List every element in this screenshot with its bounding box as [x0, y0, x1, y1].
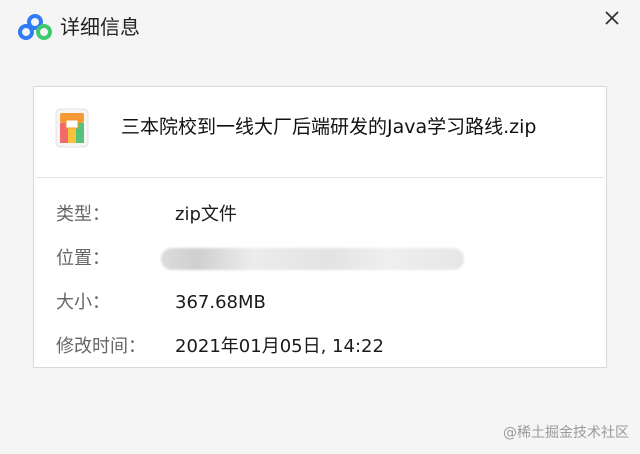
- size-row: 大小： 367.68MB: [34, 288, 608, 318]
- modified-row: 修改时间： 2021年01月05日, 14:22: [34, 332, 608, 362]
- type-row: 类型： zip文件: [34, 200, 608, 230]
- type-value: zip文件: [175, 204, 237, 225]
- watermark: @稀土掘金技术社区: [503, 425, 629, 441]
- size-value: 367.68MB: [175, 292, 266, 313]
- modified-label: 修改时间：: [56, 336, 146, 357]
- size-label: 大小：: [56, 292, 110, 313]
- close-icon[interactable]: [598, 4, 626, 32]
- divider: [35, 177, 605, 178]
- type-label: 类型：: [56, 204, 110, 225]
- details-panel: 三本院校到一线大厂后端研发的Java学习路线.zip 类型： zip文件 位置：…: [33, 86, 607, 368]
- location-value-redacted: [161, 248, 464, 270]
- dialog-titlebar: 详细信息: [0, 0, 640, 56]
- zip-archive-icon: [55, 108, 89, 148]
- location-label: 位置：: [56, 248, 110, 269]
- cloud-logo-icon: [18, 14, 52, 40]
- dialog-title: 详细信息: [60, 15, 140, 39]
- modified-value: 2021年01月05日, 14:22: [175, 336, 384, 357]
- location-row: 位置：: [34, 244, 608, 274]
- file-name: 三本院校到一线大厂后端研发的Java学习路线.zip: [121, 116, 537, 138]
